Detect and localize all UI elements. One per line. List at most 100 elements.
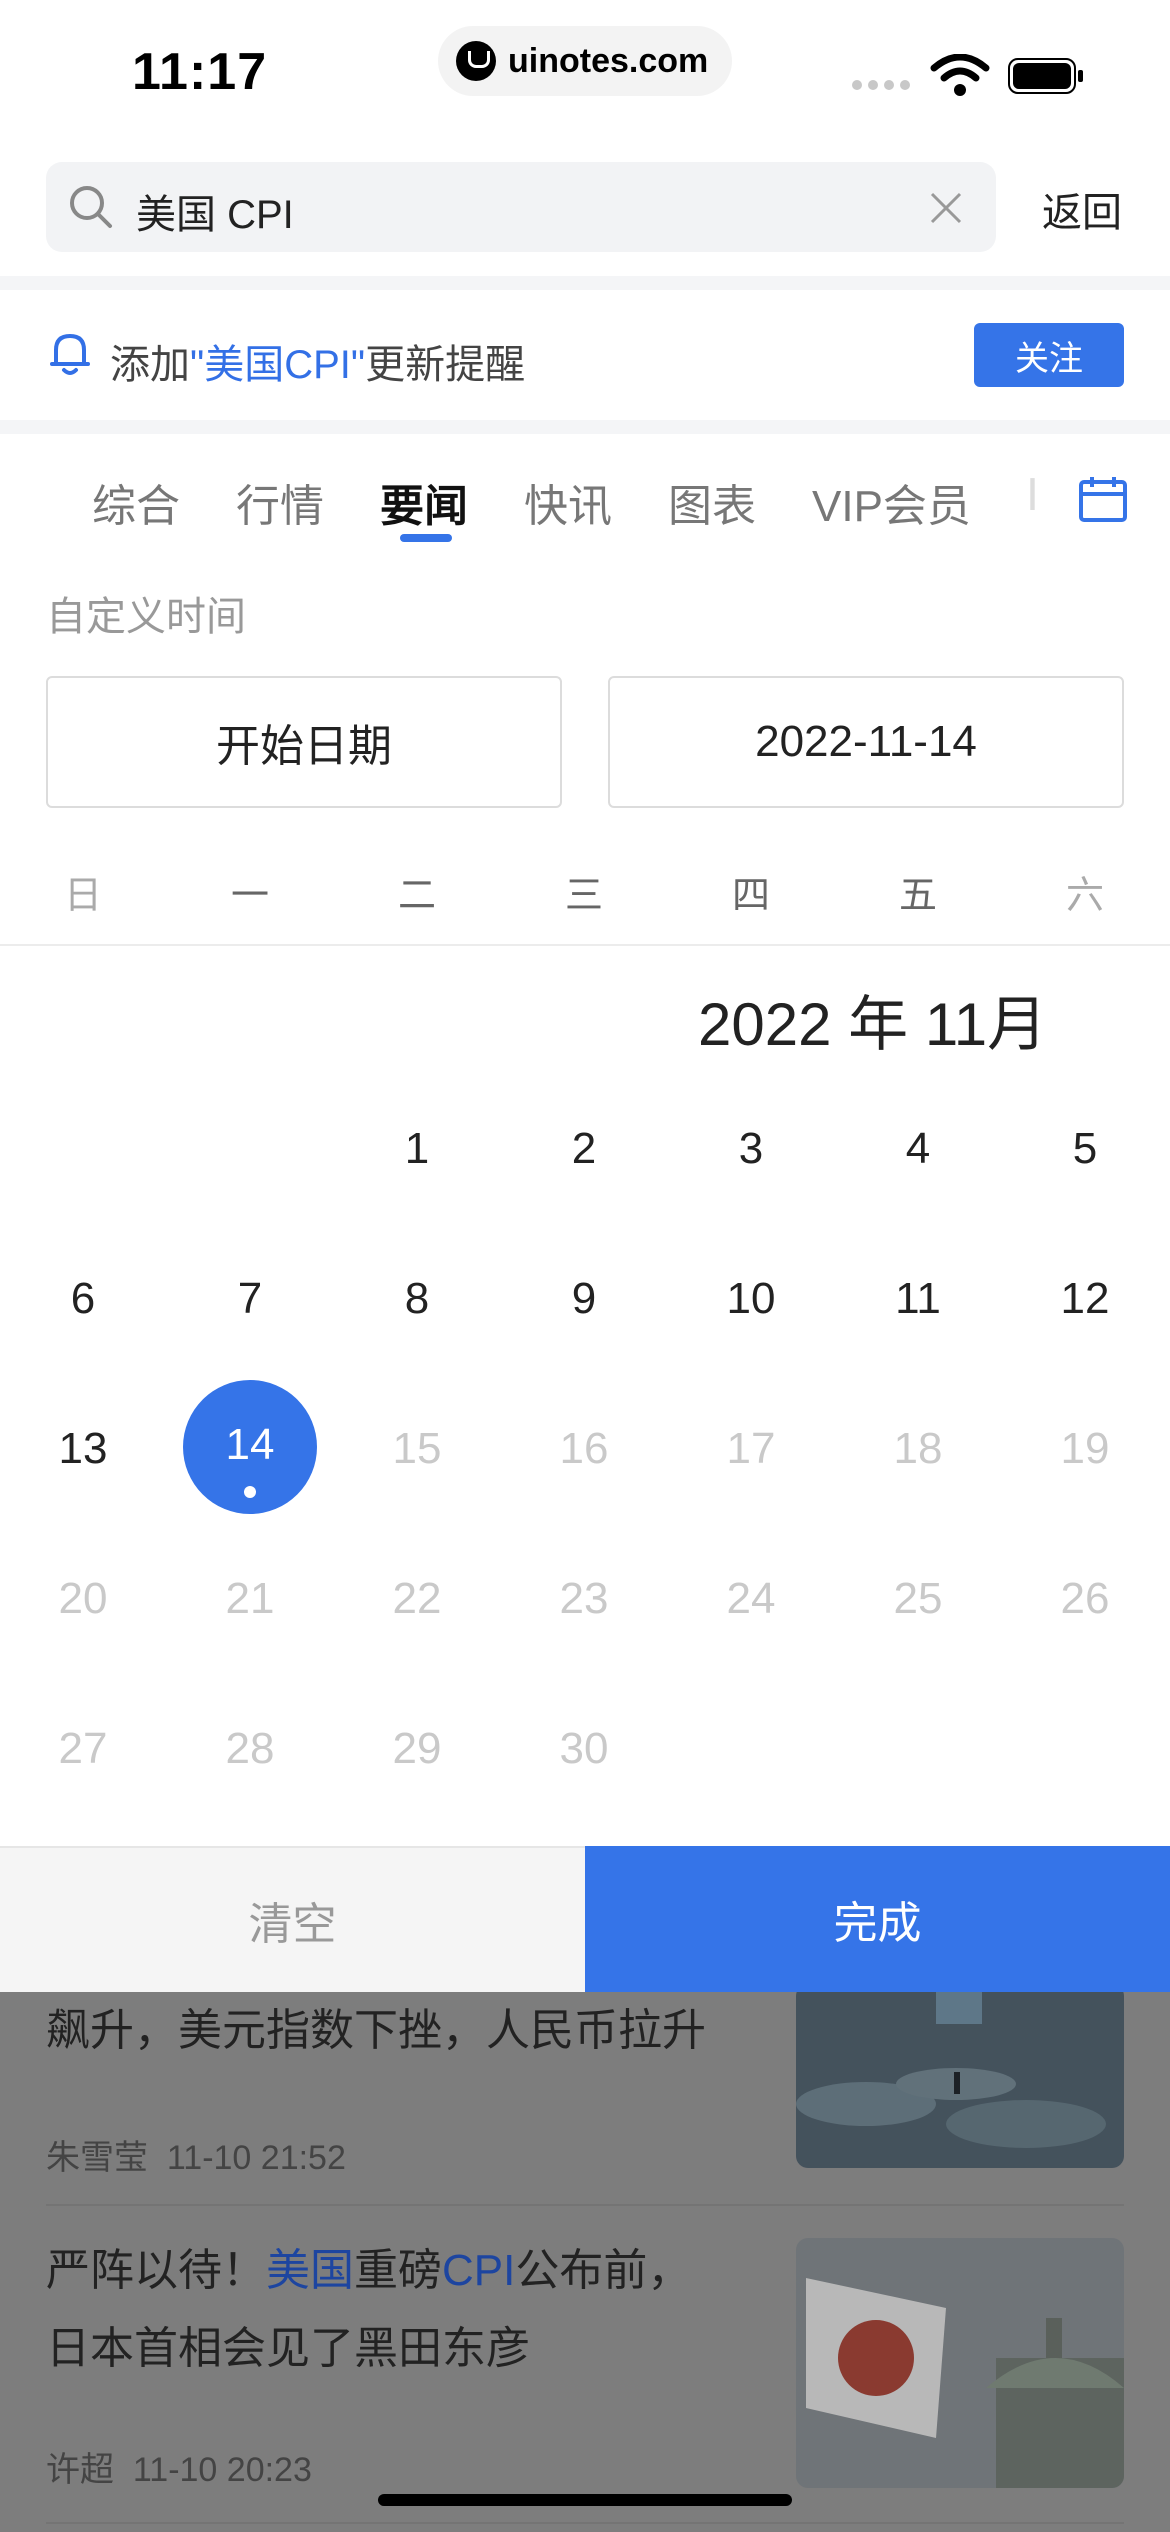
- reminder-row: 添加"美国CPI"更新提醒 关注: [0, 290, 1170, 420]
- title-keyword: 美国: [266, 2246, 354, 2295]
- home-indicator: [378, 2494, 792, 2506]
- calendar-day[interactable]: 8: [347, 1264, 487, 1334]
- search-input[interactable]: 美国 CPI: [136, 182, 294, 240]
- month-title: 2022 年 11月: [698, 991, 1048, 1058]
- calendar-day-disabled: 16: [559, 1424, 609, 1473]
- calendar-icon[interactable]: [1078, 474, 1128, 524]
- status-time: 11:17: [132, 43, 268, 101]
- row-divider: [46, 2204, 1124, 2206]
- calendar-day-disabled: 28: [225, 1724, 275, 1773]
- tab-vip[interactable]: VIP会员: [812, 470, 971, 534]
- tab-market[interactable]: 行情: [236, 470, 324, 534]
- news-meta: 朱雪莹 11-10 21:52: [46, 2130, 346, 2179]
- news-time: 11-10 20:23: [132, 2451, 312, 2489]
- tab-bar: 综合 行情 要闻 快讯 图表 VIP会员 Ⅰ: [0, 440, 1170, 550]
- battery-icon: [1008, 58, 1083, 94]
- reminder-prefix: 添加: [110, 343, 190, 387]
- today-dot: [244, 1486, 256, 1498]
- calendar-day[interactable]: 4: [848, 1114, 988, 1184]
- done-button[interactable]: 完成: [585, 1846, 1170, 1992]
- wifi-icon: [930, 54, 990, 96]
- weekday-label: 四: [731, 875, 770, 917]
- title-part: 严阵以待！: [46, 2246, 266, 2295]
- calendar-day-disabled: 26: [1060, 1574, 1110, 1623]
- calendar-day[interactable]: 10: [681, 1264, 821, 1334]
- weekday-label: 六: [1065, 875, 1104, 917]
- news-title[interactable]: 严阵以待！美国重磅CPI公布前， 日本首相会见了黑田东彦: [46, 2232, 786, 2388]
- tab-flash[interactable]: 快讯: [524, 470, 612, 534]
- calendar-day[interactable]: 9: [514, 1264, 654, 1334]
- news-author: 许超: [46, 2451, 114, 2489]
- tab-charts[interactable]: 图表: [668, 470, 756, 534]
- calendar-day-disabled: 24: [726, 1574, 776, 1623]
- cellular-signal-icon: [852, 80, 910, 90]
- news-thumbnail[interactable]: [796, 2238, 1124, 2488]
- calendar-day-disabled: 17: [726, 1424, 776, 1473]
- weekday-header: 日 一 二 三 四 五 六: [0, 864, 1170, 944]
- start-date-field[interactable]: 开始日期: [46, 676, 562, 808]
- reminder-suffix: 更新提醒: [365, 343, 526, 387]
- url-text: uinotes.com: [508, 41, 709, 80]
- news-author: 朱雪莹: [46, 2139, 148, 2177]
- calendar-day-disabled: 22: [392, 1574, 442, 1623]
- calendar-day[interactable]: 6: [13, 1264, 153, 1334]
- calendar-day[interactable]: 13: [13, 1414, 153, 1484]
- weekday-label: 五: [898, 875, 937, 917]
- calendar-day-disabled: 20: [58, 1574, 108, 1623]
- calendar-day-disabled: 27: [58, 1724, 108, 1773]
- calendar-day[interactable]: 11: [848, 1264, 988, 1334]
- back-button[interactable]: 返回: [1042, 180, 1122, 238]
- calendar-day-disabled: 15: [392, 1424, 442, 1473]
- clear-button[interactable]: 清空: [0, 1846, 585, 1992]
- calendar-day-disabled: 30: [559, 1724, 609, 1773]
- weekday-divider: [0, 944, 1170, 946]
- calendar-day-disabled: 29: [392, 1724, 442, 1773]
- weekday-label: 一: [230, 875, 269, 917]
- weekday-label: 日: [63, 875, 102, 917]
- tab-overflow[interactable]: Ⅰ: [1026, 470, 1039, 521]
- title-line-2: 日本首相会见了黑田东彦: [46, 2324, 530, 2373]
- news-meta: 许超 11-10 20:23: [46, 2442, 312, 2491]
- status-bar: 11:17 uinotes.com: [0, 0, 1170, 150]
- calendar-day-selected[interactable]: 14: [180, 1410, 320, 1480]
- divider: [0, 420, 1170, 434]
- news-list-dimmed: 飙升，美元指数下挫，人民币拉升 朱雪莹 11-10 21:52 严阵以待！美国重…: [0, 1992, 1170, 2532]
- bell-icon: [50, 334, 90, 375]
- japan-flag-building-image: [796, 2238, 1124, 2488]
- weekday-label: 二: [397, 875, 436, 917]
- end-date-field[interactable]: 2022-11-14: [608, 676, 1124, 808]
- title-part: 公布前，: [515, 2246, 692, 2295]
- calendar-day-disabled: 19: [1060, 1424, 1110, 1473]
- clear-search-icon[interactable]: [928, 190, 964, 226]
- reminder-text: 添加"美国CPI"更新提醒: [110, 332, 525, 390]
- search-icon: [70, 186, 112, 228]
- calendar-day[interactable]: 1: [347, 1114, 487, 1184]
- tab-headlines[interactable]: 要闻: [380, 470, 468, 534]
- site-logo-icon: [456, 41, 496, 81]
- active-tab-indicator: [400, 534, 452, 542]
- title-part: 重磅: [354, 2246, 442, 2295]
- calendar-day[interactable]: 5: [1015, 1114, 1155, 1184]
- calendar-day-disabled: 25: [893, 1574, 943, 1623]
- search-bar[interactable]: 美国 CPI: [46, 162, 996, 252]
- weekday-label: 三: [564, 875, 603, 917]
- calendar-day-disabled: 23: [559, 1574, 609, 1623]
- calendar-day-disabled: 18: [893, 1424, 943, 1473]
- calendar-day[interactable]: 12: [1015, 1264, 1155, 1334]
- divider: [0, 276, 1170, 290]
- custom-time-label: 自定义时间: [46, 595, 246, 639]
- calendar-day[interactable]: 2: [514, 1114, 654, 1184]
- follow-button[interactable]: 关注: [974, 323, 1124, 387]
- url-pill[interactable]: uinotes.com: [438, 26, 732, 96]
- calendar-day[interactable]: 7: [180, 1264, 320, 1334]
- calendar-day-disabled: 21: [225, 1574, 275, 1623]
- reminder-keyword: "美国CPI": [190, 343, 366, 387]
- ice-floe-image: [796, 1992, 1124, 2168]
- row-divider: [46, 2522, 1124, 2524]
- title-keyword: CPI: [442, 2246, 516, 2295]
- news-thumbnail[interactable]: [796, 1992, 1124, 2168]
- news-title[interactable]: 飙升，美元指数下挫，人民币拉升: [46, 1992, 786, 2070]
- tab-comprehensive[interactable]: 综合: [92, 470, 180, 534]
- calendar-day[interactable]: 3: [681, 1114, 821, 1184]
- news-time: 11-10 21:52: [166, 2139, 346, 2177]
